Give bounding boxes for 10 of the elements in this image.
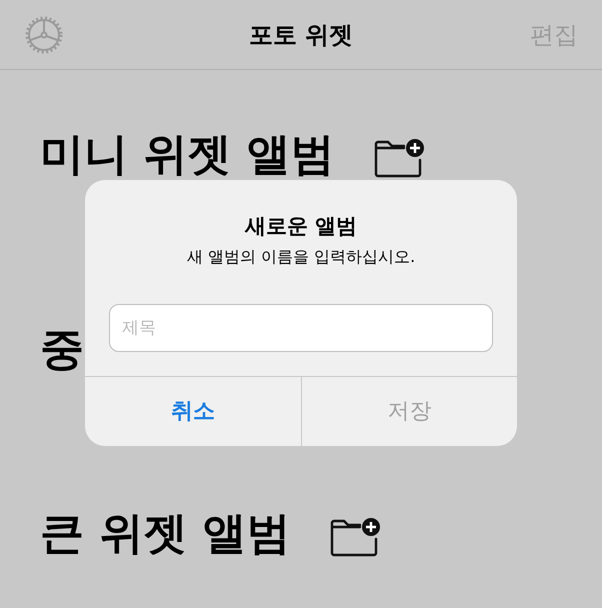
- nav-title: 포토 위젯: [248, 20, 354, 50]
- section-heading: 중: [40, 323, 84, 377]
- add-folder-icon[interactable]: [328, 517, 381, 557]
- dialog-message: 새 앨범의 이름을 입력하십시오.: [186, 246, 416, 268]
- section-heading: 미니 위젯 앨범: [40, 128, 335, 182]
- dialog-button[interactable]: 취소: [85, 377, 300, 446]
- section-heading: 큰 위젯 앨범: [40, 507, 291, 561]
- add-folder-icon[interactable]: [372, 138, 425, 178]
- dialog-title: 새로운 앨범: [244, 213, 358, 240]
- input-field[interactable]: 제목: [109, 304, 493, 352]
